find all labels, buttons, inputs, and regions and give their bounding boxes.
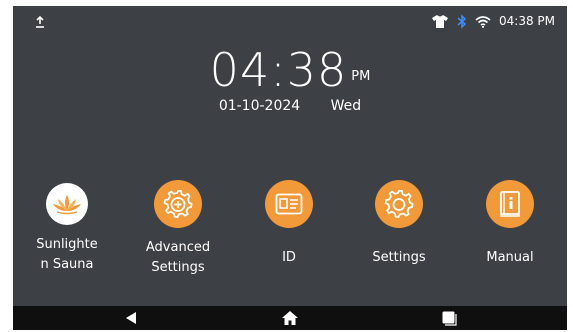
app-label: Settings: [372, 250, 426, 265]
clock-time: 04:38: [209, 43, 348, 97]
clock-widget: 04:38 PM: [13, 44, 567, 96]
id-card-icon: [265, 180, 313, 228]
gear-icon: [375, 180, 423, 228]
recents-icon[interactable]: [439, 309, 459, 327]
app-label: Sunlighte n Sauna: [36, 237, 98, 272]
lotus-icon: [46, 183, 88, 225]
gear-plus-icon: [154, 180, 202, 228]
app-grid: Sunlighte n Sauna Advanced Settings ID S…: [13, 180, 567, 300]
app-label: Manual: [486, 250, 534, 265]
status-icons: 04:38 PM: [431, 13, 555, 29]
date-text: 01-10-2024: [218, 98, 301, 114]
app-id[interactable]: ID: [239, 180, 339, 268]
clock-ampm: PM: [351, 69, 371, 84]
date-row: 01-10-2024 Wed: [13, 98, 567, 114]
wifi-icon: [475, 15, 491, 28]
tablet-screen: 04:38 PM 04:38 PM 01-10-2024 Wed Sunlight…: [13, 6, 567, 330]
app-settings[interactable]: Settings: [349, 180, 449, 268]
navigation-bar: [13, 306, 567, 330]
upload-arrow-icon: [35, 13, 45, 32]
manual-book-icon: [486, 180, 534, 228]
status-time: 04:38 PM: [499, 14, 555, 28]
home-icon[interactable]: [280, 309, 300, 327]
app-manual[interactable]: Manual: [460, 180, 560, 268]
app-label: Advanced Settings: [145, 240, 211, 275]
tshirt-icon: [431, 14, 449, 29]
app-advanced-settings[interactable]: Advanced Settings: [128, 180, 228, 278]
app-sunlighten-sauna[interactable]: Sunlighte n Sauna: [17, 180, 117, 275]
app-label: ID: [282, 250, 296, 265]
bluetooth-icon: [457, 13, 467, 29]
status-bar: 04:38 PM: [13, 6, 567, 36]
back-icon[interactable]: [121, 309, 141, 327]
weekday-text: Wed: [330, 98, 362, 114]
